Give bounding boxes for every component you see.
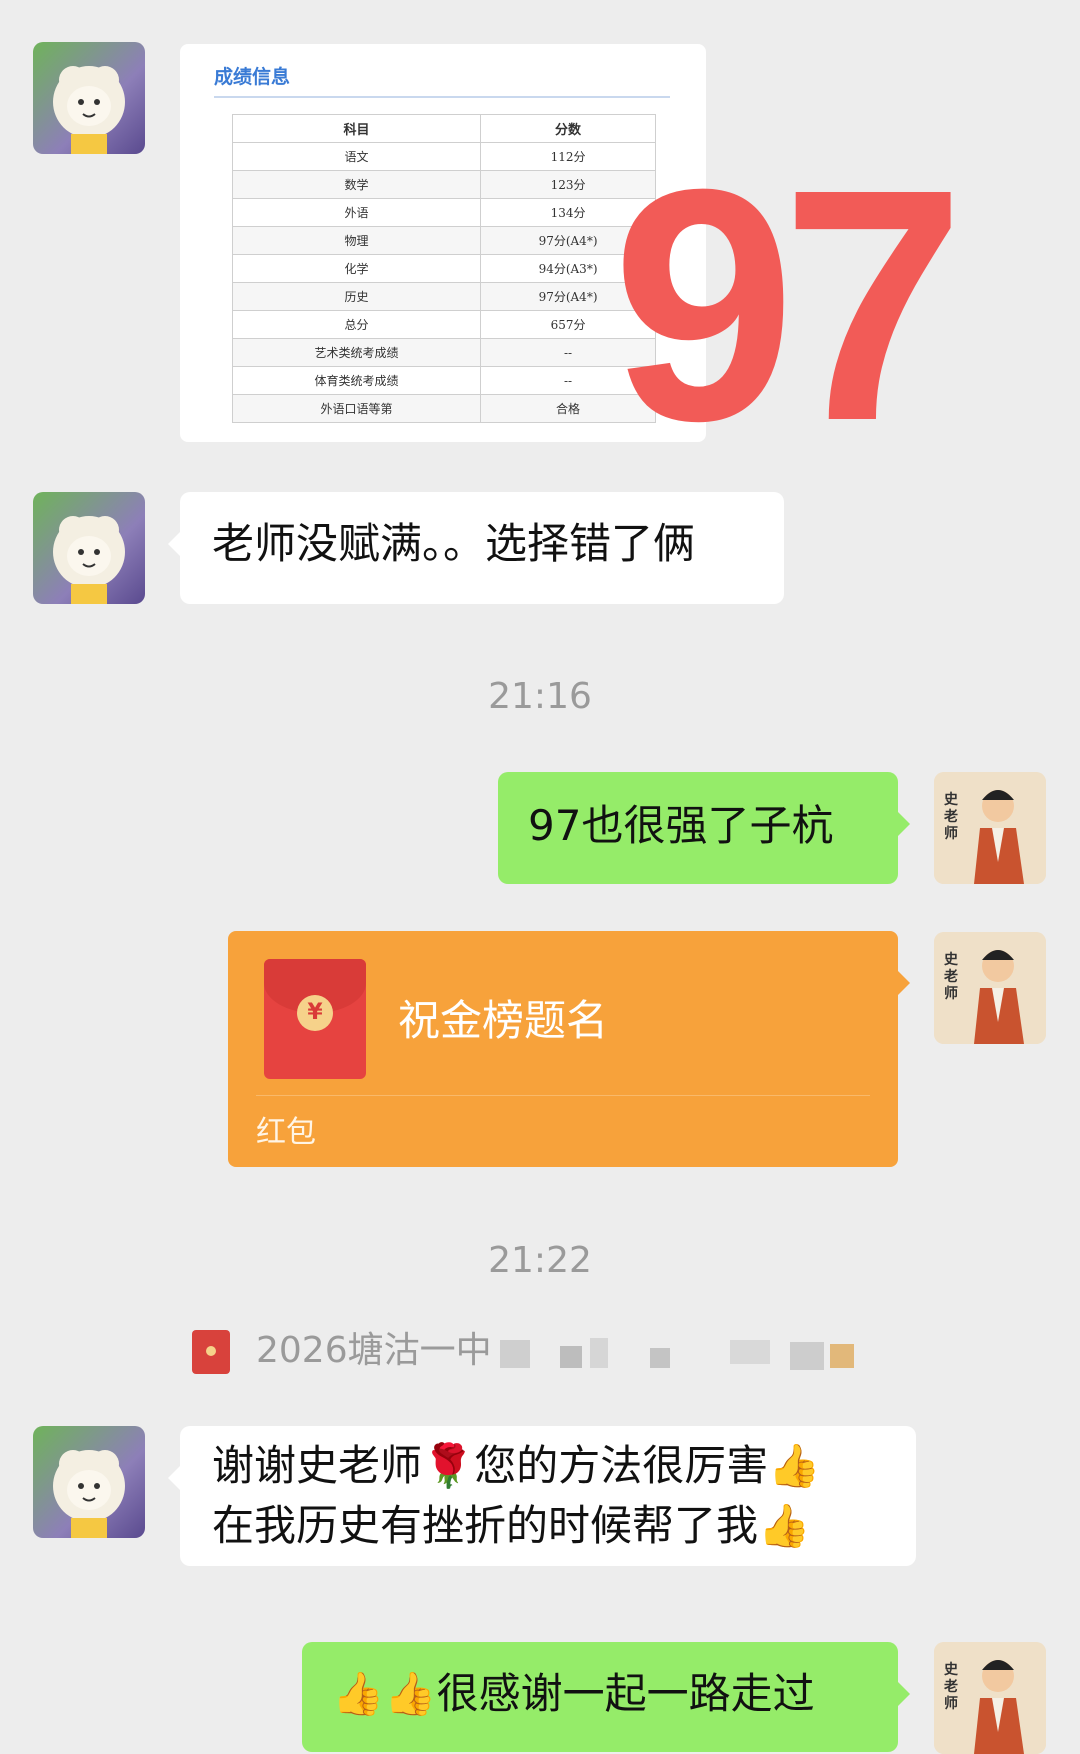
table-row: 物理 97分(A4*) — [231, 226, 656, 255]
red-packet-label: 红包 — [256, 1115, 316, 1150]
red-packet-title: 祝金榜题名 — [398, 996, 609, 1045]
subject-cell: 化学 — [231, 254, 482, 283]
bubble-tail — [898, 812, 910, 836]
message-text-line: 在我历史有挫折的时候帮了我👍 — [212, 1501, 811, 1550]
table-row: 历史 97分(A4*) — [231, 282, 656, 311]
sheep-icon — [53, 66, 125, 154]
table-row: 数学 123分 — [231, 170, 656, 199]
bubble-tail — [168, 1466, 180, 1490]
message-text: 老师没赋满。。选择错了俩 — [212, 519, 696, 568]
subject-cell: 体育类统考成绩 — [231, 366, 482, 395]
score-table: 科目 分数 语文 112分 数学 123分 外语 134分 物理 97分(A4*) 化学… — [231, 114, 656, 423]
subject-cell: 总分 — [231, 310, 482, 339]
score-card-divider — [214, 96, 670, 98]
bubble-tail — [168, 532, 180, 556]
message-text: 97也很强了子杭 — [528, 801, 834, 850]
sheep-icon — [53, 1450, 125, 1538]
sheep-icon — [53, 516, 125, 604]
bubble-tail — [898, 971, 910, 995]
message-bubble-received[interactable]: 老师没赋满。。选择错了俩 — [168, 492, 784, 604]
table-header-row: 科目 分数 — [231, 114, 656, 143]
teacher-avatar[interactable]: 史老师 — [934, 932, 1046, 1044]
message-bubble-sent[interactable]: 👍👍很感谢一起一路走过 — [302, 1642, 910, 1752]
table-row: 体育类统考成绩 -- — [231, 366, 656, 395]
header-subject: 科目 — [231, 114, 482, 143]
table-row: 化学 94分(A3*) — [231, 254, 656, 283]
teacher-avatar[interactable]: 史老师 — [934, 772, 1046, 884]
red-envelope-icon: ¥ — [264, 959, 366, 1079]
message-text: 👍👍很感谢一起一路走过 — [332, 1669, 815, 1718]
coin-dot — [206, 1346, 216, 1356]
yuan-coin-icon: ¥ — [297, 995, 333, 1031]
subject-cell: 艺术类统考成绩 — [231, 338, 482, 367]
red-packet-notice-text: 2026塘沽一中 — [256, 1330, 492, 1371]
student-avatar[interactable] — [33, 42, 145, 154]
bubble-tail — [898, 1682, 910, 1706]
score-overlay-number: 97 — [612, 120, 965, 489]
teacher-avatar-text: 史老师 — [944, 1662, 958, 1712]
subject-cell: 历史 — [231, 282, 482, 311]
subject-cell: 外语口语等第 — [231, 394, 482, 423]
table-row: 总分 657分 — [231, 310, 656, 339]
student-avatar[interactable] — [33, 492, 145, 604]
message-bubble-received[interactable]: 谢谢史老师🌹您的方法很厉害👍 在我历史有挫折的时候帮了我👍 — [168, 1426, 916, 1566]
timestamp: 21:22 — [488, 1240, 592, 1281]
table-row: 外语口语等第 合格 — [231, 394, 656, 423]
red-packet-message[interactable]: ¥ 祝金榜题名 红包 — [228, 931, 910, 1167]
subject-cell: 外语 — [231, 198, 482, 227]
timestamp: 21:16 — [488, 676, 592, 717]
red-packet-notice-icon — [192, 1330, 230, 1374]
table-row: 艺术类统考成绩 -- — [231, 338, 656, 367]
teacher-avatar[interactable]: 史老师 — [934, 1642, 1046, 1754]
subject-cell: 物理 — [231, 226, 482, 255]
table-row: 语文 112分 — [231, 142, 656, 171]
teacher-avatar-text: 史老师 — [944, 952, 958, 1002]
student-avatar[interactable] — [33, 1426, 145, 1538]
teacher-avatar-text: 史老师 — [944, 792, 958, 842]
table-row: 外语 134分 — [231, 198, 656, 227]
subject-cell: 数学 — [231, 170, 482, 199]
subject-cell: 语文 — [231, 142, 482, 171]
score-card-title: 成绩信息 — [214, 66, 291, 88]
message-text-line: 谢谢史老师🌹您的方法很厉害👍 — [212, 1441, 821, 1490]
blurred-region — [500, 1334, 880, 1374]
message-bubble-sent[interactable]: 97也很强了子杭 — [498, 772, 910, 884]
red-packet-divider — [256, 1095, 870, 1096]
